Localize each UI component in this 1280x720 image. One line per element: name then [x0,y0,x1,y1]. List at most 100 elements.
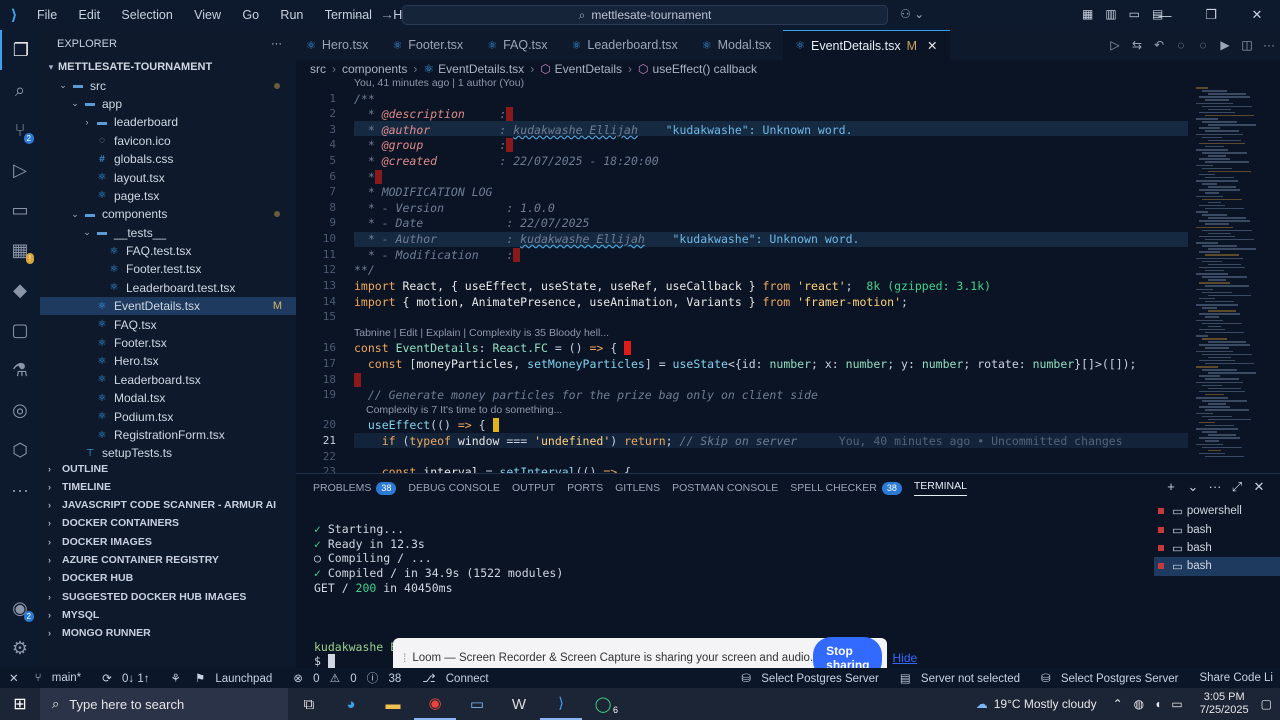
connect-status[interactable]: ⎇ Connect [422,671,495,685]
tree-item[interactable]: ⚛ FAQ.tsx [40,315,296,333]
tree-item[interactable]: ◌ favicon.ico [40,132,296,150]
tree-item[interactable]: ⚛ Hero.tsx [40,352,296,370]
taskbar-search[interactable]: ⌕ Type here to search [40,688,288,720]
remote-desktop-icon[interactable]: ▭ [456,688,498,720]
tree-item[interactable]: ⌄ ▬ __tests__ [40,224,296,242]
compare-icon[interactable]: ⇆ [1126,38,1148,52]
close-tab-icon[interactable]: ✕ [927,38,937,53]
chrome-icon[interactable]: ◉ [414,688,456,720]
tree-item[interactable]: ⚛ Footer.test.tsx [40,260,296,278]
tree-item[interactable]: ⚛ EventDetails.tsx M [40,297,296,316]
share-code-status[interactable]: Share Code Li [1199,672,1273,684]
command-center-search[interactable]: ⌕ mettlesate-tournament [402,5,888,25]
tree-item[interactable]: # globals.css [40,150,296,168]
terminal-instance[interactable]: ▭ bash [1154,520,1280,538]
play-icon[interactable]: ▶ [1214,38,1236,52]
sidebar-section[interactable]: › DOCKER CONTAINERS [40,514,296,532]
project-root[interactable]: ▾ METTLESATE-TOURNAMENT [40,58,296,76]
close-icon[interactable]: ✕ [1234,7,1280,23]
chat-icon[interactable]: ▢ [0,310,40,350]
launchpad-status[interactable]: ⚑ Launchpad [195,671,279,685]
branch-status[interactable]: ⑂ main* [35,672,89,684]
hide-link[interactable]: Hide [892,651,917,665]
tree-item[interactable]: ⚛ FAQ.test.tsx [40,242,296,260]
next-change-icon[interactable]: ◌ [1192,38,1214,52]
menu-view[interactable]: View [194,8,221,22]
postgres-status-2[interactable]: ⛁ Select Postgres Server [1041,671,1185,685]
new-terminal-icon[interactable]: + [1160,479,1182,495]
network-icon[interactable]: ◍ [1134,697,1144,711]
split-editor-icon[interactable]: ◫ [1236,38,1258,52]
tree-item[interactable]: ⚛ Footer.tsx [40,334,296,352]
account-icon[interactable]: ◉ 2 [0,588,40,628]
nav-arrows[interactable]: ←→ [352,6,408,22]
notifications-icon[interactable]: ▢ [1261,697,1272,711]
task-view-icon[interactable]: ⧉ [288,688,330,720]
panel-tab[interactable]: TERMINAL [913,480,967,496]
tree-item[interactable]: ⌄ ▬ src [40,76,296,94]
wps-icon[interactable]: W [498,688,540,720]
drag-handle-icon[interactable]: ⁞ [403,651,406,665]
menu-selection[interactable]: Selection [121,8,172,22]
sidebar-section[interactable]: › OUTLINE [40,459,296,477]
database-icon[interactable]: ⬡ [0,430,40,470]
maximize-panel-icon[interactable]: ⤢ [1226,479,1248,495]
problems-status[interactable]: ⊗ 0 ⚠ 0 ⓘ 38 [293,670,408,686]
editor-tab[interactable]: ⚛ Footer.tsx [380,30,475,60]
vscode-icon[interactable]: ⟩ [540,688,582,720]
sidebar-section[interactable]: › DOCKER IMAGES [40,533,296,551]
tree-item[interactable]: ⚛ Leaderboard.test.tsx [40,279,296,297]
more-icon[interactable]: ··· [0,470,40,510]
sidebar-section[interactable]: › DOCKER HUB [40,569,296,587]
source-control-icon[interactable]: ⑂ 2 [0,110,40,150]
chevron-down-icon[interactable]: ⌄ [1182,479,1204,495]
terminal-instance[interactable]: ▭ bash [1154,539,1280,557]
volume-icon[interactable]: ◖ [1154,697,1161,711]
minimap[interactable] [1190,77,1280,473]
panel-tab[interactable]: POSTMAN CONSOLE [672,482,778,494]
tree-item[interactable]: ⌄ ▬ app [40,95,296,113]
settings-gear-icon[interactable]: ⚙ [0,628,40,668]
tree-item[interactable]: ⌄ ▬ components [40,205,296,223]
panel-tab[interactable]: PORTS [567,482,603,494]
windows-start-icon[interactable]: ⊞ [0,688,40,720]
editor-tab[interactable]: ⚛ Modal.tsx [690,30,783,60]
docker-icon[interactable]: ◆ [0,270,40,310]
complexity-lens[interactable]: Complexity is 7 It's time to do somethin… [366,404,562,416]
tree-item[interactable]: ⚛ Podium.tsx [40,407,296,425]
panel-tab[interactable]: PROBLEMS 38 [313,481,397,495]
copilot-icon[interactable]: ⚇ ⌄ [900,7,924,21]
sync-status[interactable]: ⟳ 0↓ 1↑ [102,671,156,685]
revert-icon[interactable]: ↶ [1148,38,1170,52]
sidebar-section[interactable]: › SUGGESTED DOCKER HUB IMAGES [40,587,296,605]
menu-run[interactable]: Run [280,8,303,22]
breadcrumb-components[interactable]: components [342,62,407,76]
search-icon[interactable]: ⌕ [0,70,40,110]
restore-icon[interactable]: ❐ [1188,7,1234,23]
edge-icon[interactable]: ◕ [330,688,372,720]
battery-icon[interactable]: ▭ [1171,697,1182,711]
editor-tab[interactable]: ⚛ EventDetails.tsx M ✕ [783,30,950,60]
testing-icon[interactable]: ⚗ [0,350,40,390]
gitlens-icon[interactable]: ◎ [0,390,40,430]
tree-item[interactable]: ⚛ Modal.tsx [40,389,296,407]
server-status[interactable]: ▤ Server not selected [900,671,1027,685]
panel-tab[interactable]: GITLENS [615,482,660,494]
more-actions-icon[interactable]: ··· [1258,38,1280,52]
weather-status[interactable]: 19°C Mostly cloudy [994,697,1097,711]
git-graph-icon[interactable]: ⚘ [171,671,181,685]
git-blame-lens[interactable]: You, 41 minutes ago | 1 author (You) [354,77,524,89]
tabnine-lens[interactable]: Tabnine | Edit | Explain | Complexity is… [354,327,609,339]
run-icon[interactable]: ▷ [1104,38,1126,52]
panel-tab[interactable]: OUTPUT [512,482,555,494]
clock[interactable]: 3:05 PM 7/25/2025 [1200,691,1249,717]
close-panel-icon[interactable]: ✕ [1248,479,1270,495]
run-debug-icon[interactable]: ▷ [0,150,40,190]
more-actions-icon[interactable]: ··· [271,38,282,50]
remote-explorer-icon[interactable]: ▭ [0,190,40,230]
menu-go[interactable]: Go [242,8,259,22]
tree-item[interactable]: ⚛ RegistrationForm.tsx [40,426,296,444]
tree-item[interactable]: ⊤ setupTests.ts [40,444,296,459]
breadcrumb-src[interactable]: src [310,62,326,76]
panel-tab[interactable]: DEBUG CONSOLE [408,482,500,494]
